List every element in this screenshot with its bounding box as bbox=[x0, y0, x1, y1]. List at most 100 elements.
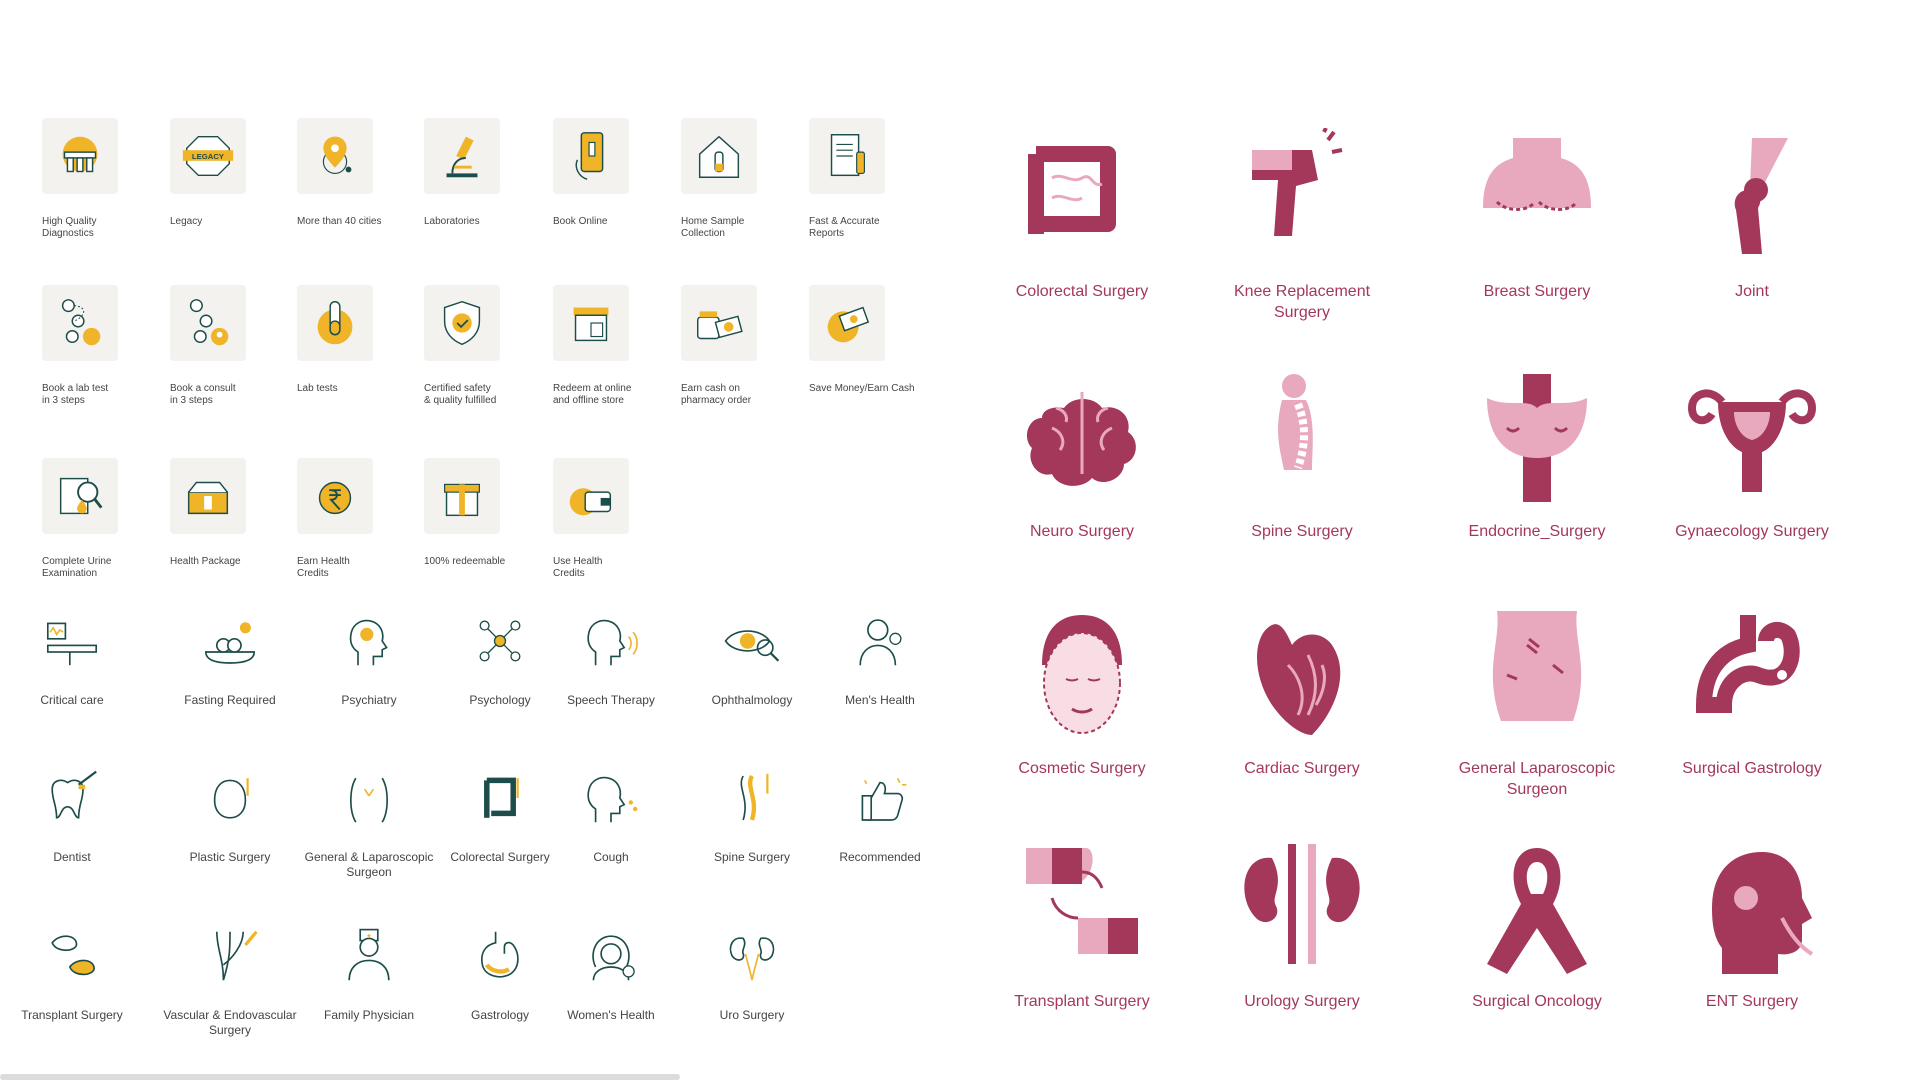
specialty-label: Fasting Required bbox=[184, 693, 276, 707]
surgery-label: Breast Surgery bbox=[1483, 283, 1591, 300]
specialty-vascular: Vascular & Endovascular Surgery bbox=[150, 923, 310, 1038]
surgery-label: Endocrine_Surgery bbox=[1468, 523, 1606, 540]
horizontal-scrollbar[interactable] bbox=[0, 1074, 680, 1080]
specialty-label: Speech Therapy bbox=[567, 693, 655, 707]
tile-save-money: Save Money/Earn Cash bbox=[809, 285, 919, 395]
surgery-label: Cardiac Surgery bbox=[1244, 760, 1360, 777]
tile-label: Legacy bbox=[170, 216, 203, 227]
knee-icon bbox=[1232, 127, 1372, 273]
tile-home-sample: Home Sample Collection bbox=[681, 118, 791, 240]
surgery-liver-transplant: Transplant Surgery bbox=[977, 838, 1187, 1012]
specialty-label: Women's Health bbox=[567, 1008, 655, 1022]
specialty-label: Cough bbox=[593, 850, 629, 864]
health-package-icon bbox=[170, 458, 246, 534]
physician-icon bbox=[336, 923, 402, 994]
cough-icon bbox=[578, 765, 644, 836]
tile-phone-booking: Book Online bbox=[553, 118, 663, 228]
specialty-critical-care: Critical care bbox=[0, 608, 152, 708]
surgery-colon: Colorectal Surgery bbox=[977, 128, 1187, 302]
breast-icon bbox=[1467, 128, 1607, 273]
specialty-label: Plastic Surgery bbox=[189, 850, 271, 864]
surgery-label: ENT Surgery bbox=[1705, 993, 1799, 1010]
home-sample-icon bbox=[681, 118, 757, 194]
tile-wallet: Use Health Credits bbox=[553, 458, 663, 580]
specialty-label: General & Laparoscopic Surgeon bbox=[304, 850, 434, 879]
pharmacy-cash-icon bbox=[681, 285, 757, 361]
surgery-stomach: Surgical Gastrology bbox=[1647, 605, 1857, 779]
tile-label: Fast & Accurate Reports bbox=[809, 216, 880, 239]
colon-icon bbox=[1012, 128, 1152, 273]
specialty-tooth: Dentist bbox=[0, 765, 152, 865]
tile-test-tubes: High Quality Diagnostics bbox=[42, 118, 152, 240]
tile-rupee-coin: Earn Health Credits bbox=[297, 458, 407, 580]
face-icon bbox=[1012, 605, 1152, 750]
eye-icon bbox=[719, 608, 785, 679]
colon-icon bbox=[467, 765, 533, 836]
tile-label: More than 40 cities bbox=[297, 216, 382, 227]
location-pin-icon bbox=[297, 118, 373, 194]
urine-exam-icon bbox=[42, 458, 118, 534]
specialty-label: Transplant Surgery bbox=[21, 1008, 123, 1022]
thumbs-up-icon bbox=[847, 765, 913, 836]
ribbon-icon bbox=[1467, 838, 1607, 983]
critical-care-icon bbox=[39, 608, 105, 679]
tooth-icon bbox=[39, 765, 105, 836]
tile-legacy-badge: LEGACY Legacy bbox=[170, 118, 280, 228]
surgery-label: Spine Surgery bbox=[1251, 523, 1353, 540]
tile-label: Earn Health Credits bbox=[297, 556, 350, 579]
psychology-icon bbox=[467, 608, 533, 679]
specialty-cough: Cough bbox=[531, 765, 691, 865]
specialty-fasting: Fasting Required bbox=[150, 608, 310, 708]
specialty-label: Psychology bbox=[469, 693, 531, 707]
specialty-kidney: Uro Surgery bbox=[672, 923, 832, 1023]
surgery-spine: Spine Surgery bbox=[1197, 368, 1407, 542]
tile-label: Save Money/Earn Cash bbox=[809, 383, 915, 394]
shield-check-icon bbox=[424, 285, 500, 361]
liver-transplant-icon bbox=[1012, 838, 1152, 983]
specialty-label: Vascular & Endovascular Surgery bbox=[163, 1008, 297, 1037]
microscope-icon bbox=[424, 118, 500, 194]
save-money-icon bbox=[809, 285, 885, 361]
specialty-transplant: Transplant Surgery bbox=[0, 923, 152, 1023]
three-steps-icon bbox=[42, 285, 118, 361]
tile-label: Book a consult in 3 steps bbox=[170, 383, 236, 406]
wallet-icon bbox=[553, 458, 629, 534]
surgery-brain: Neuro Surgery bbox=[977, 368, 1187, 542]
heart-icon bbox=[1232, 605, 1372, 750]
transplant-icon bbox=[39, 923, 105, 994]
surgery-knee: Knee Replacement Surgery bbox=[1197, 127, 1407, 323]
thyroid-icon bbox=[1467, 368, 1607, 513]
specialty-label: Recommended bbox=[839, 850, 921, 864]
surgery-label: Gynaecology Surgery bbox=[1675, 523, 1829, 540]
tile-three-steps: Book a lab test in 3 steps bbox=[42, 285, 152, 407]
specialty-label: Ophthalmology bbox=[711, 693, 793, 707]
kidney-icon bbox=[719, 923, 785, 994]
surgery-label: Transplant Surgery bbox=[1014, 993, 1150, 1010]
specialty-label: Dentist bbox=[53, 850, 91, 864]
surgery-kidney: Urology Surgery bbox=[1197, 838, 1407, 1012]
three-steps-consult-icon bbox=[170, 285, 246, 361]
tile-gift: 100% redeemable bbox=[424, 458, 534, 568]
surgery-ent-head: ENT Surgery bbox=[1647, 838, 1857, 1012]
surgery-label: Neuro Surgery bbox=[1029, 523, 1135, 540]
abdomen-icon bbox=[1467, 605, 1607, 750]
surgery-joint: Joint bbox=[1647, 128, 1857, 302]
uterus-icon bbox=[1682, 368, 1822, 513]
surgery-uterus: Gynaecology Surgery bbox=[1647, 368, 1857, 542]
surgery-heart: Cardiac Surgery bbox=[1197, 605, 1407, 779]
spine-icon bbox=[719, 765, 785, 836]
tile-urine-exam: Complete Urine Examination bbox=[42, 458, 152, 580]
stomach-icon bbox=[1682, 605, 1822, 750]
specialty-thumbs-up: Recommended bbox=[800, 765, 960, 865]
tile-report: Fast & Accurate Reports bbox=[809, 118, 919, 240]
lab-test-icon bbox=[297, 285, 373, 361]
surgery-label: Joint bbox=[1735, 283, 1769, 300]
phone-booking-icon bbox=[553, 118, 629, 194]
store-icon bbox=[553, 285, 629, 361]
tile-microscope: Laboratories bbox=[424, 118, 534, 228]
tile-label: Health Package bbox=[170, 556, 241, 567]
surgery-label: Cosmetic Surgery bbox=[1018, 760, 1146, 777]
tile-label: Book Online bbox=[553, 216, 608, 227]
fasting-icon bbox=[197, 608, 263, 679]
tile-lab-test: Lab tests bbox=[297, 285, 407, 395]
